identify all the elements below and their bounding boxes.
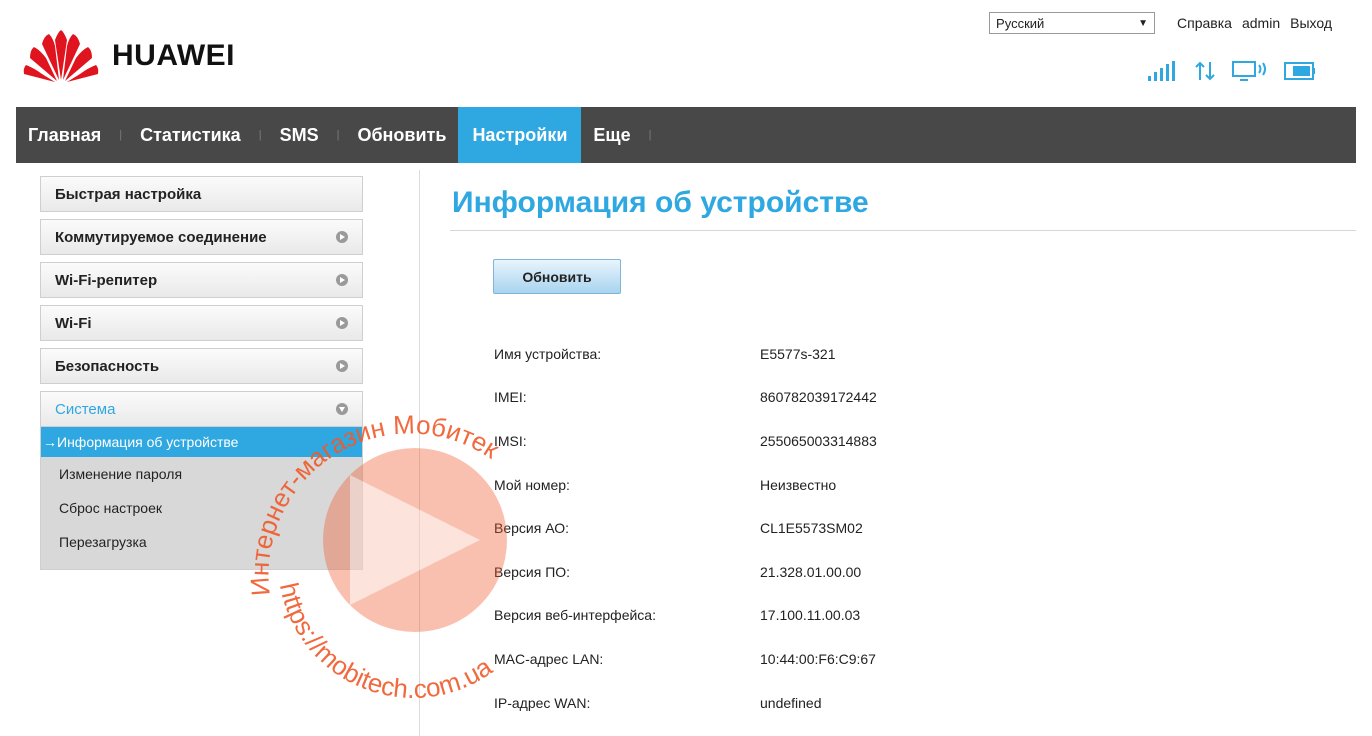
expand-arrow-icon xyxy=(336,360,348,372)
sidebar-item-dialup[interactable]: Коммутируемое соединение xyxy=(40,219,363,255)
info-value: 10:44:00:F6:C9:67 xyxy=(760,650,876,667)
signal-icon xyxy=(1148,61,1175,81)
brand-name: HUAWEI xyxy=(112,39,235,72)
top-links: Русский ▼ Справка admin Выход xyxy=(989,12,1332,34)
info-row-imei: IMEI: 860782039172442 xyxy=(494,376,877,420)
info-row-hardware-version: Версия АО: CL1E5573SM02 xyxy=(494,506,877,550)
expand-arrow-icon xyxy=(336,231,348,243)
sidebar-item-wifi-repeater[interactable]: Wi-Fi-репитер xyxy=(40,262,363,298)
sidebar-item-quick-setup[interactable]: Быстрая настройка xyxy=(40,176,363,212)
info-label: IP-адрес WAN: xyxy=(494,694,591,711)
submenu-change-password[interactable]: Изменение пароля xyxy=(41,457,362,491)
collapse-arrow-icon xyxy=(336,403,348,415)
expand-arrow-icon xyxy=(336,317,348,329)
sidebar-item-label: Система xyxy=(55,400,116,418)
info-label: Имя устройства: xyxy=(494,345,602,362)
dropdown-arrow-icon: ▼ xyxy=(1138,17,1149,29)
nav-more[interactable]: Еще xyxy=(581,107,642,163)
info-value: CL1E5573SM02 xyxy=(760,520,863,537)
device-info-table: Имя устройства: E5577s-321 IMEI: 8607820… xyxy=(494,332,877,724)
watermark-text-bottom: https://mobitech.com.ua xyxy=(274,580,498,704)
nav-separator: | xyxy=(336,129,340,141)
info-row-webui-version: Версия веб-интерфейса: 17.100.11.00.03 xyxy=(494,594,877,638)
help-link[interactable]: Справка xyxy=(1177,15,1232,31)
language-select[interactable]: Русский ▼ xyxy=(989,12,1156,34)
info-label: MAC-адрес LAN: xyxy=(494,650,604,667)
sidebar-item-label: Wi-Fi xyxy=(55,314,92,332)
huawei-logo[interactable]: HUAWEI xyxy=(22,30,235,82)
status-icons xyxy=(1148,60,1316,82)
info-value: 255065003314883 xyxy=(760,432,877,449)
title-divider xyxy=(450,230,1356,231)
nav-separator: | xyxy=(648,129,652,141)
sidebar-item-security[interactable]: Безопасность xyxy=(40,348,363,384)
sidebar-item-wifi[interactable]: Wi-Fi xyxy=(40,305,363,341)
sidebar-item-label: Быстрая настройка xyxy=(55,185,202,203)
battery-icon xyxy=(1284,62,1315,80)
info-row-lan-mac: MAC-адрес LAN: 10:44:00:F6:C9:67 xyxy=(494,637,877,681)
expand-arrow-icon xyxy=(336,274,348,286)
info-row-device-name: Имя устройства: E5577s-321 xyxy=(494,332,877,376)
info-label: IMEI: xyxy=(494,389,527,406)
nav-update[interactable]: Обновить xyxy=(345,107,458,163)
info-label: Версия АО: xyxy=(494,520,570,537)
info-value: Неизвестно xyxy=(760,476,837,493)
info-value: E5577s-321 xyxy=(760,345,836,362)
page-title: Информация об устройстве xyxy=(452,186,869,219)
info-value: 17.100.11.00.03 xyxy=(760,607,861,624)
header: HUAWEI Русский ▼ Справка admin Выход xyxy=(0,0,1372,106)
sidebar-item-label: Коммутируемое соединение xyxy=(55,228,267,246)
sidebar-item-system[interactable]: Система xyxy=(40,391,363,427)
info-label: Версия ПО: xyxy=(494,563,571,580)
language-selected: Русский xyxy=(996,15,1045,31)
nav-separator: | xyxy=(258,129,262,141)
info-label: Мой номер: xyxy=(494,476,570,493)
submenu-factory-reset[interactable]: Сброс настроек xyxy=(41,491,362,525)
user-link[interactable]: admin xyxy=(1242,15,1280,31)
info-row-phone-number: Мой номер: Неизвестно xyxy=(494,463,877,507)
data-transfer-icon xyxy=(1195,61,1215,81)
info-row-software-version: Версия ПО: 21.328.01.00.00 xyxy=(494,550,877,594)
refresh-button[interactable]: Обновить xyxy=(493,259,621,294)
info-label: Версия веб-интерфейса: xyxy=(494,607,656,624)
submenu-device-info[interactable]: → Информация об устройстве xyxy=(41,427,362,457)
sidebar-item-label: Безопасность xyxy=(55,357,160,375)
info-label: IMSI: xyxy=(494,432,527,449)
system-submenu: → Информация об устройстве Изменение пар… xyxy=(40,427,363,570)
nav-settings[interactable]: Настройки xyxy=(458,107,582,163)
nav-statistics[interactable]: Статистика xyxy=(128,107,253,163)
settings-sidebar: Быстрая настройка Коммутируемое соединен… xyxy=(40,176,363,570)
info-value: undefined xyxy=(760,694,822,711)
content-divider xyxy=(419,170,420,736)
wifi-device-icon xyxy=(1232,61,1266,81)
submenu-reboot[interactable]: Перезагрузка xyxy=(41,525,362,559)
info-value: 21.328.01.00.00 xyxy=(760,563,862,580)
nav-sms[interactable]: SMS xyxy=(268,107,331,163)
info-row-imsi: IMSI: 255065003314883 xyxy=(494,419,877,463)
logout-link[interactable]: Выход xyxy=(1290,15,1332,31)
active-arrow-icon: → xyxy=(43,434,57,450)
info-value: 860782039172442 xyxy=(760,389,877,406)
sidebar-item-label: Wi-Fi-репитер xyxy=(55,271,158,289)
main-nav: Главная | Статистика | SMS | Обновить На… xyxy=(16,107,1356,163)
huawei-petal-icon xyxy=(23,30,99,82)
nav-separator: | xyxy=(119,129,123,141)
submenu-item-label: Информация об устройстве xyxy=(57,434,239,450)
nav-home[interactable]: Главная xyxy=(16,107,113,163)
info-row-wan-ip: IP-адрес WAN: undefined xyxy=(494,681,877,725)
